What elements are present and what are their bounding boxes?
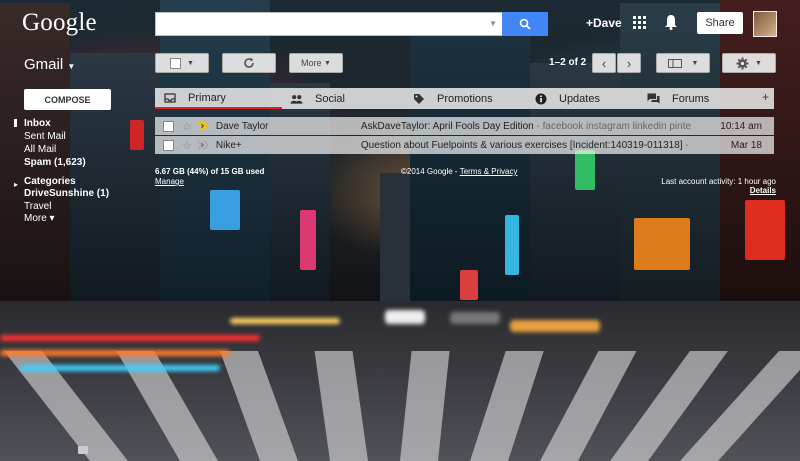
- star-icon[interactable]: ☆: [182, 139, 192, 152]
- refresh-button[interactable]: [222, 53, 276, 73]
- app-title: Gmail: [24, 56, 64, 73]
- forum-icon: [647, 93, 660, 104]
- row-checkbox[interactable]: [163, 120, 174, 132]
- gear-icon: [736, 57, 749, 69]
- email-subject: Question about Fuelpoints & various exer…: [360, 139, 683, 151]
- copyright-text: ©2014 Google -: [401, 167, 460, 176]
- email-snippet: - facebook instagram linkedin pinte: [533, 120, 691, 132]
- manage-storage-link[interactable]: Manage: [155, 177, 184, 186]
- chevron-right-icon: ›: [626, 55, 632, 71]
- last-activity: Last account activity: 1 hour ago Details: [661, 177, 776, 195]
- important-marker-icon[interactable]: [197, 141, 208, 149]
- email-snippet: - Fr: [685, 139, 691, 151]
- tab-primary[interactable]: Primary: [155, 88, 282, 109]
- copyright-footer: ©2014 Google - Terms & Privacy: [401, 167, 517, 176]
- search-options-chevron-icon[interactable]: ▼: [489, 19, 497, 28]
- chevron-down-icon: ▼: [691, 59, 699, 67]
- row-checkbox[interactable]: [163, 139, 174, 151]
- info-icon: [534, 93, 547, 105]
- tab-label: Promotions: [437, 92, 493, 105]
- tab-label: Forums: [672, 92, 710, 105]
- tab-label: Updates: [559, 92, 600, 105]
- chevron-down-icon: ▼: [324, 59, 331, 67]
- search-button[interactable]: [502, 12, 548, 36]
- details-link[interactable]: Details: [750, 186, 776, 195]
- sidebar-item-drivesunshine[interactable]: DriveSunshine (1): [24, 187, 109, 200]
- older-button[interactable]: ›: [617, 53, 641, 73]
- email-subject: AskDaveTaylor: April Fools Day Edition: [360, 120, 534, 132]
- sidebar-item-more[interactable]: More ▾: [24, 212, 55, 225]
- star-icon[interactable]: ☆: [182, 120, 192, 133]
- category-tabs: Primary Social Promotions Updates Forums…: [155, 88, 774, 109]
- apps-grid-icon[interactable]: [633, 16, 646, 29]
- search-input[interactable]: ▼: [155, 12, 504, 36]
- table-row[interactable]: ☆ Dave Taylor AskDaveTaylor: April Fools…: [155, 117, 774, 135]
- checkbox-icon: [170, 57, 182, 69]
- tag-icon: [412, 93, 425, 105]
- table-row[interactable]: ☆ Nike+ Question about Fuelpoints & vari…: [155, 136, 774, 154]
- chevron-down-icon: ▼: [755, 59, 762, 67]
- storage-usage: 6.67 GB (44%) of 15 GB used: [155, 167, 265, 176]
- sidebar-item-spam[interactable]: Spam (1,623): [24, 156, 86, 169]
- tab-social[interactable]: Social: [282, 88, 404, 109]
- chevron-left-icon: ‹: [601, 55, 607, 71]
- share-button[interactable]: Share: [697, 12, 743, 34]
- sidebar-item-inbox[interactable]: Inbox: [24, 117, 51, 130]
- add-tab-plus-icon[interactable]: +: [762, 90, 769, 104]
- email-sender: Nike+: [215, 139, 242, 151]
- select-all-checkbox-dropdown[interactable]: ▼: [155, 53, 209, 73]
- sidebar-item-all-mail[interactable]: All Mail: [24, 143, 56, 156]
- split-pane-toggle[interactable]: ▼: [656, 53, 710, 73]
- tab-label: Primary: [188, 91, 226, 104]
- more-actions-button[interactable]: More ▼: [289, 53, 343, 73]
- chevron-down-icon: ▼: [67, 62, 76, 71]
- email-sender: Dave Taylor: [215, 120, 269, 132]
- compose-button[interactable]: COMPOSE: [24, 89, 111, 110]
- tab-updates[interactable]: Updates: [526, 88, 639, 109]
- tab-label: Social: [315, 92, 345, 105]
- notifications-bell-icon[interactable]: [664, 14, 678, 35]
- email-date: Mar 18: [730, 139, 762, 151]
- pagination-count: 1–2 of 2: [549, 57, 587, 68]
- newer-button[interactable]: ‹: [592, 53, 616, 73]
- split-pane-icon: [667, 58, 682, 68]
- last-activity-text: Last account activity: 1 hour ago: [661, 177, 776, 186]
- settings-button[interactable]: ▼: [722, 53, 776, 73]
- expand-triangle-icon[interactable]: ▸: [14, 180, 18, 189]
- chat-bubble-icon[interactable]: [78, 446, 88, 454]
- sidebar-item-sent-mail[interactable]: Sent Mail: [24, 130, 66, 143]
- chevron-down-icon: ▼: [187, 59, 194, 67]
- gmail-menu[interactable]: Gmail ▼: [24, 56, 75, 73]
- selected-indicator: [14, 119, 17, 127]
- refresh-icon: [244, 57, 254, 68]
- tab-promotions[interactable]: Promotions: [404, 88, 526, 109]
- search-icon: [519, 18, 531, 30]
- google-plus-profile-link[interactable]: +Dave: [586, 16, 622, 30]
- inbox-icon: [163, 92, 176, 103]
- people-icon: [290, 94, 303, 104]
- important-marker-icon[interactable]: [197, 122, 208, 130]
- email-date: 10:14 am: [720, 120, 762, 132]
- tab-forums[interactable]: Forums: [639, 88, 759, 109]
- terms-privacy-link[interactable]: Terms & Privacy: [460, 167, 518, 176]
- avatar[interactable]: [753, 11, 777, 37]
- google-logo[interactable]: Google: [22, 9, 97, 37]
- more-label: More: [301, 58, 322, 68]
